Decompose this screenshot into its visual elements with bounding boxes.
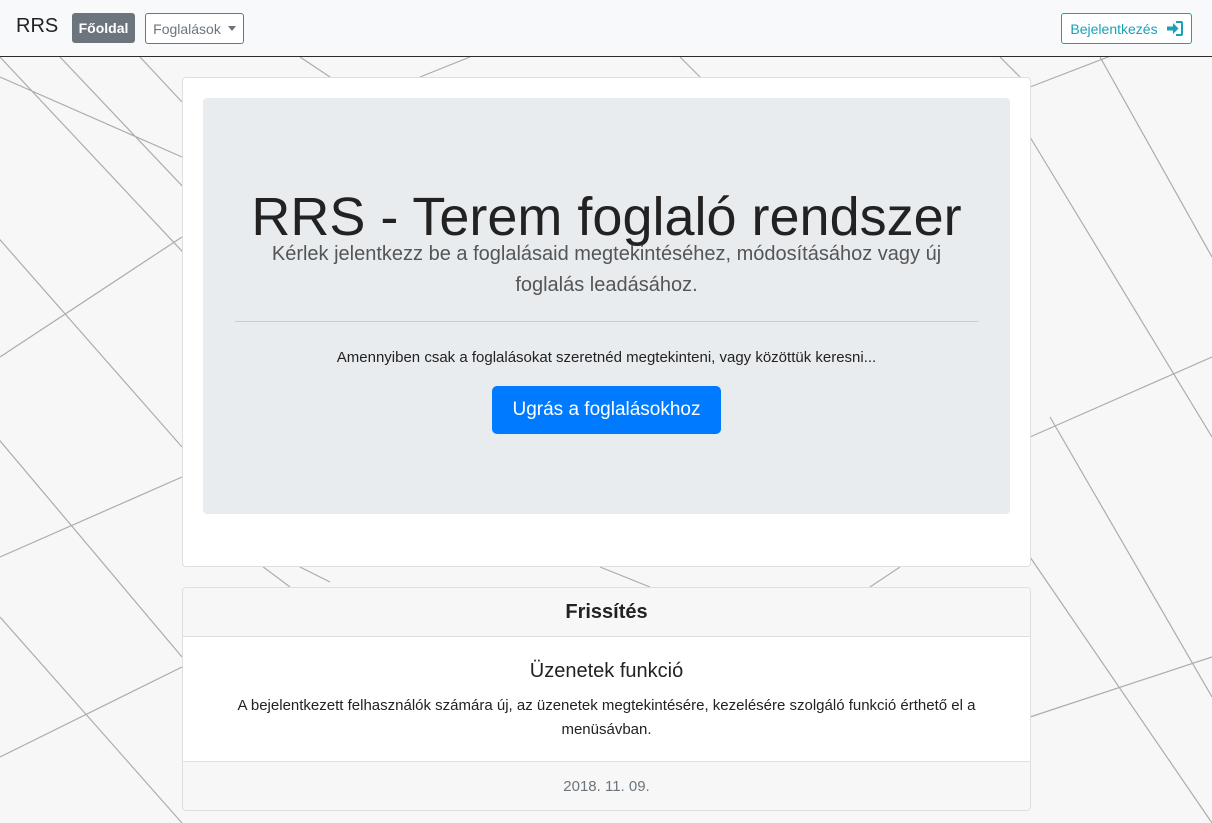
- go-to-reservations-button[interactable]: Ugrás a foglalásokhoz: [492, 386, 721, 434]
- home-button[interactable]: Főoldal: [72, 13, 135, 43]
- brand-logo[interactable]: RRS: [16, 15, 58, 38]
- update-date: 2018. 11. 09.: [183, 761, 1030, 810]
- lead-text: Kérlek jelentkezz be a foglalásaid megte…: [271, 243, 942, 296]
- jumbotron: RRS - Terem foglaló rendszer Kérlek jele…: [203, 98, 1010, 514]
- update-title: Üzenetek funkció: [529, 660, 684, 682]
- update-card-header: Frissítés: [183, 588, 1030, 637]
- login-button-label: Bejelentkezés: [1070, 20, 1158, 37]
- sign-in-icon: [1166, 21, 1183, 36]
- info-text: Amennyiben csak a foglalásokat szeretnéd…: [336, 349, 877, 366]
- navbar: RRS Főoldal Foglalások Bejelentkezés: [0, 0, 1212, 57]
- divider: [235, 321, 978, 322]
- reservations-dropdown[interactable]: Foglalások: [145, 13, 244, 44]
- caret-down-icon: [227, 26, 236, 31]
- login-button[interactable]: Bejelentkezés: [1061, 13, 1192, 44]
- reservations-dropdown-label: Foglalások: [153, 20, 221, 37]
- welcome-card: RRS - Terem foglaló rendszer Kérlek jele…: [182, 77, 1031, 567]
- update-text: A bejelentkezett felhasználók számára új…: [237, 697, 976, 738]
- update-card: Frissítés Üzenetek funkció A bejelentkez…: [182, 587, 1031, 811]
